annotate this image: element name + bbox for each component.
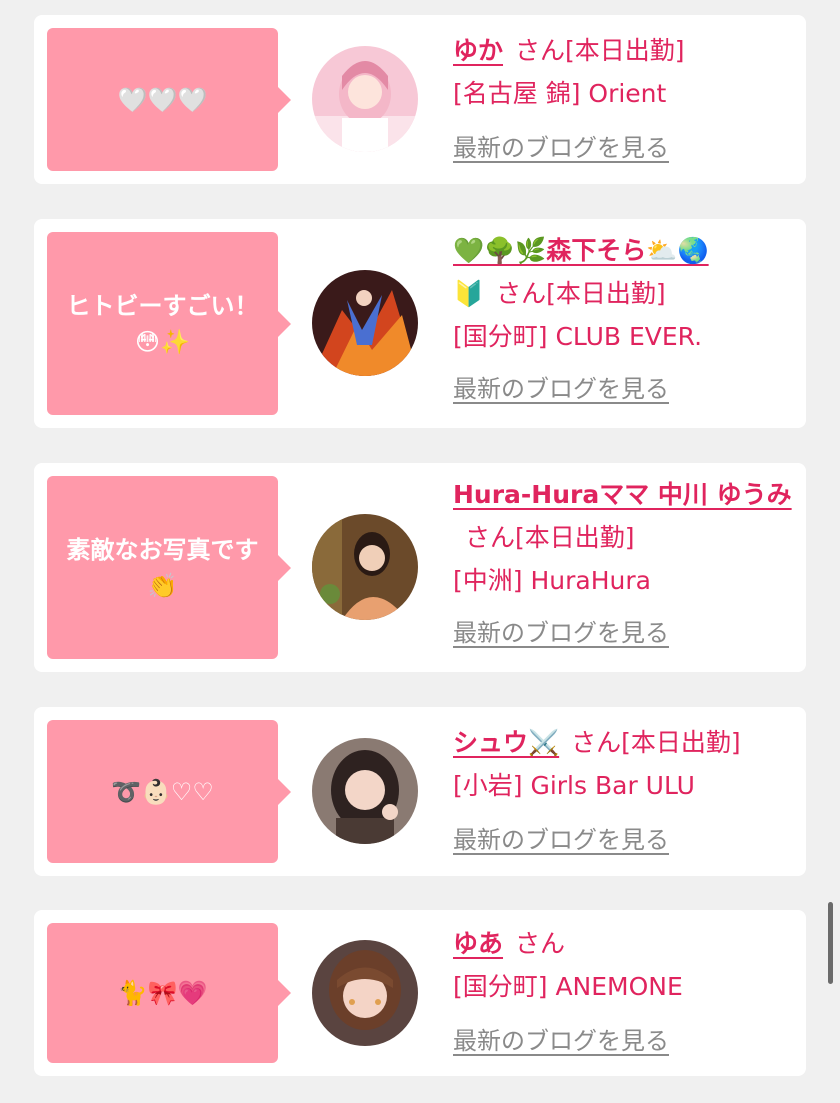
- comment-text: 🤍🤍🤍: [117, 85, 208, 114]
- honorific: さん: [515, 36, 566, 65]
- comment-bubble: 🐈🎀💗: [47, 923, 291, 1063]
- honorific: さん: [496, 279, 547, 308]
- cast-name-link[interactable]: 💚🌳🌿森下そら⛅🌏: [453, 236, 709, 265]
- shop-name: [中洲] HuraHura: [453, 566, 651, 595]
- cast-info: ゆあ さん [国分町] ANEMONE 最新のブログを見る: [453, 922, 793, 1063]
- honorific: さん: [571, 728, 622, 757]
- comment-card: 素敵なお写真です 👏 Hura-Huraママ 中川 ゆうみさん[本日出勤] [中…: [34, 463, 806, 672]
- honorific: さん: [465, 523, 516, 552]
- cast-info: ゆか さん[本日出勤] [名古屋 錦] Orient 最新のブログを見る: [453, 29, 793, 170]
- comment-card: 🐈🎀💗 ゆあ さん [国分町] ANEMONE 最新のブログを見る: [34, 910, 806, 1076]
- avatar-photo: [312, 738, 418, 844]
- latest-blog-link[interactable]: 最新のブログを見る: [453, 127, 669, 170]
- cast-info: Hura-Huraママ 中川 ゆうみさん[本日出勤] [中洲] HuraHura…: [453, 473, 793, 655]
- shop-name: [名古屋 錦] Orient: [453, 79, 667, 108]
- avatar-photo: [312, 514, 418, 620]
- comment-text: ➰👶🏻♡♡: [111, 777, 214, 806]
- comment-text: 素敵なお写真です 👏: [66, 535, 259, 600]
- avatar-photo: [312, 270, 418, 376]
- avatar-photo: [312, 46, 418, 152]
- avatar[interactable]: [312, 270, 418, 376]
- latest-blog-link[interactable]: 最新のブログを見る: [453, 1020, 669, 1063]
- avatar[interactable]: [312, 514, 418, 620]
- shop-name: [国分町] ANEMONE: [453, 972, 683, 1001]
- comment-bubble: 🤍🤍🤍: [47, 28, 291, 171]
- cast-name-link[interactable]: ゆか: [453, 36, 503, 65]
- comment-bubble: ➰👶🏻♡♡: [47, 720, 291, 863]
- shop-name: [小岩] Girls Bar ULU: [453, 771, 695, 800]
- cast-info: シュウ⚔️ さん[本日出勤] [小岩] Girls Bar ULU 最新のブログを…: [453, 721, 793, 862]
- comment-text: ヒトビーすごい！ 😳✨: [66, 291, 259, 356]
- avatar[interactable]: [312, 46, 418, 152]
- comment-bubble: 素敵なお写真です 👏: [47, 476, 291, 659]
- shop-name: [国分町] CLUB EVER.: [453, 322, 703, 351]
- comment-bubble: ヒトビーすごい！ 😳✨: [47, 232, 291, 415]
- avatar[interactable]: [312, 940, 418, 1046]
- avatar-photo: [312, 940, 418, 1046]
- cast-info: 💚🌳🌿森下そら⛅🌏 🔰 さん[本日出勤] [国分町] CLUB EVER. 最新の…: [453, 229, 793, 411]
- comment-card: ヒトビーすごい！ 😳✨ 💚🌳🌿森下そら⛅🌏 🔰 さん[本日出勤] [国分町] CL…: [34, 219, 806, 428]
- status-badge: [本日出勤]: [515, 523, 635, 552]
- beginner-icon: 🔰: [453, 279, 485, 308]
- cast-name-link[interactable]: シュウ⚔️: [453, 728, 559, 757]
- status-badge: [本日出勤]: [565, 36, 685, 65]
- comment-card: ➰👶🏻♡♡ シュウ⚔️ さん[本日出勤] [小岩] Girls Bar ULU 最…: [34, 707, 806, 876]
- latest-blog-link[interactable]: 最新のブログを見る: [453, 368, 669, 411]
- comment-card: 🤍🤍🤍 ゆか さん[本日出勤] [名古屋 錦] Orient 最新のブログを見る: [34, 15, 806, 184]
- cast-name-link[interactable]: ゆあ: [453, 929, 503, 958]
- cast-name-link[interactable]: Hura-Huraママ 中川 ゆうみ: [453, 480, 792, 509]
- scrollbar[interactable]: [828, 902, 833, 984]
- status-badge: [本日出勤]: [546, 279, 666, 308]
- status-badge: [本日出勤]: [621, 728, 741, 757]
- honorific: さん: [515, 929, 566, 958]
- avatar[interactable]: [312, 738, 418, 844]
- latest-blog-link[interactable]: 最新のブログを見る: [453, 612, 669, 655]
- latest-blog-link[interactable]: 最新のブログを見る: [453, 819, 669, 862]
- comment-text: 🐈🎀💗: [117, 979, 208, 1007]
